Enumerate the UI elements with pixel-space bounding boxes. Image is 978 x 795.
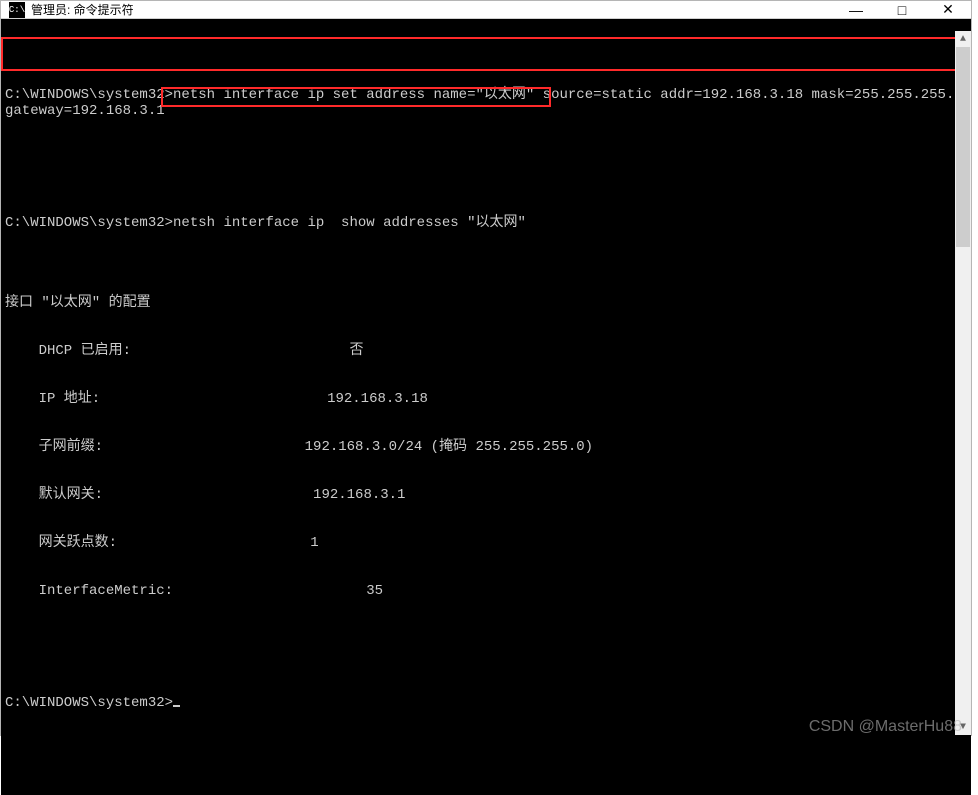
terminal-area[interactable]: C:\WINDOWS\system32>netsh interface ip s… bbox=[1, 19, 971, 795]
config-row-ip: IP 地址: 192.168.3.18 bbox=[5, 391, 967, 407]
config-row-subnet: 子网前缀: 192.168.3.0/24 (掩码 255.255.255.0) bbox=[5, 439, 967, 455]
config-row-metric: 网关跃点数: 1 bbox=[5, 535, 967, 551]
scroll-up-icon[interactable]: ▲ bbox=[955, 31, 971, 47]
prompt: C:\WINDOWS\system32> bbox=[5, 695, 173, 711]
minimize-button[interactable]: — bbox=[833, 1, 879, 18]
window-controls: — □ ✕ bbox=[833, 1, 971, 18]
titlebar[interactable]: C:\ 管理员: 命令提示符 — □ ✕ bbox=[1, 1, 971, 19]
config-label: DHCP 已启用: bbox=[5, 343, 349, 359]
config-label: IP 地址: bbox=[5, 391, 327, 407]
command-line-2: C:\WINDOWS\system32>netsh interface ip s… bbox=[5, 215, 967, 231]
scrollbar-thumb[interactable] bbox=[956, 47, 970, 247]
command-2-text: netsh interface ip show addresses "以太网" bbox=[173, 215, 526, 231]
prompt: C:\WINDOWS\system32> bbox=[5, 87, 173, 103]
prompt-line: C:\WINDOWS\system32> bbox=[5, 695, 967, 711]
config-label: 网关跃点数: bbox=[5, 535, 310, 551]
config-row-dhcp: DHCP 已启用: 否 bbox=[5, 343, 967, 359]
config-label: 子网前缀: bbox=[5, 439, 305, 455]
config-row-gateway: 默认网关: 192.168.3.1 bbox=[5, 487, 967, 503]
app-icon: C:\ bbox=[9, 2, 25, 18]
config-label: InterfaceMetric: bbox=[5, 583, 366, 599]
config-header: 接口 "以太网" 的配置 bbox=[5, 295, 967, 311]
title-left: C:\ 管理员: 命令提示符 bbox=[1, 1, 134, 18]
cursor-icon bbox=[173, 705, 180, 707]
window-title: 管理员: 命令提示符 bbox=[31, 1, 134, 18]
vertical-scrollbar[interactable]: ▲ ▼ bbox=[955, 31, 971, 735]
close-button[interactable]: ✕ bbox=[925, 1, 971, 18]
config-value: 1 bbox=[310, 535, 318, 551]
config-value: 192.168.3.18 bbox=[327, 391, 428, 407]
command-prompt-window: C:\ 管理员: 命令提示符 — □ ✕ C:\WINDOWS\system32… bbox=[0, 0, 972, 736]
maximize-button[interactable]: □ bbox=[879, 1, 925, 18]
config-value: 35 bbox=[366, 583, 383, 599]
scroll-down-icon[interactable]: ▼ bbox=[955, 719, 971, 735]
prompt: C:\WINDOWS\system32> bbox=[5, 215, 173, 231]
highlight-box-1 bbox=[1, 37, 965, 71]
config-value: 192.168.3.1 bbox=[313, 487, 405, 503]
config-label: 默认网关: bbox=[5, 487, 313, 503]
command-line-1: C:\WINDOWS\system32>netsh interface ip s… bbox=[5, 87, 967, 119]
config-value: 192.168.3.0/24 (掩码 255.255.255.0) bbox=[305, 439, 593, 455]
config-row-ifmetric: InterfaceMetric: 35 bbox=[5, 583, 967, 599]
config-value: 否 bbox=[349, 343, 363, 359]
